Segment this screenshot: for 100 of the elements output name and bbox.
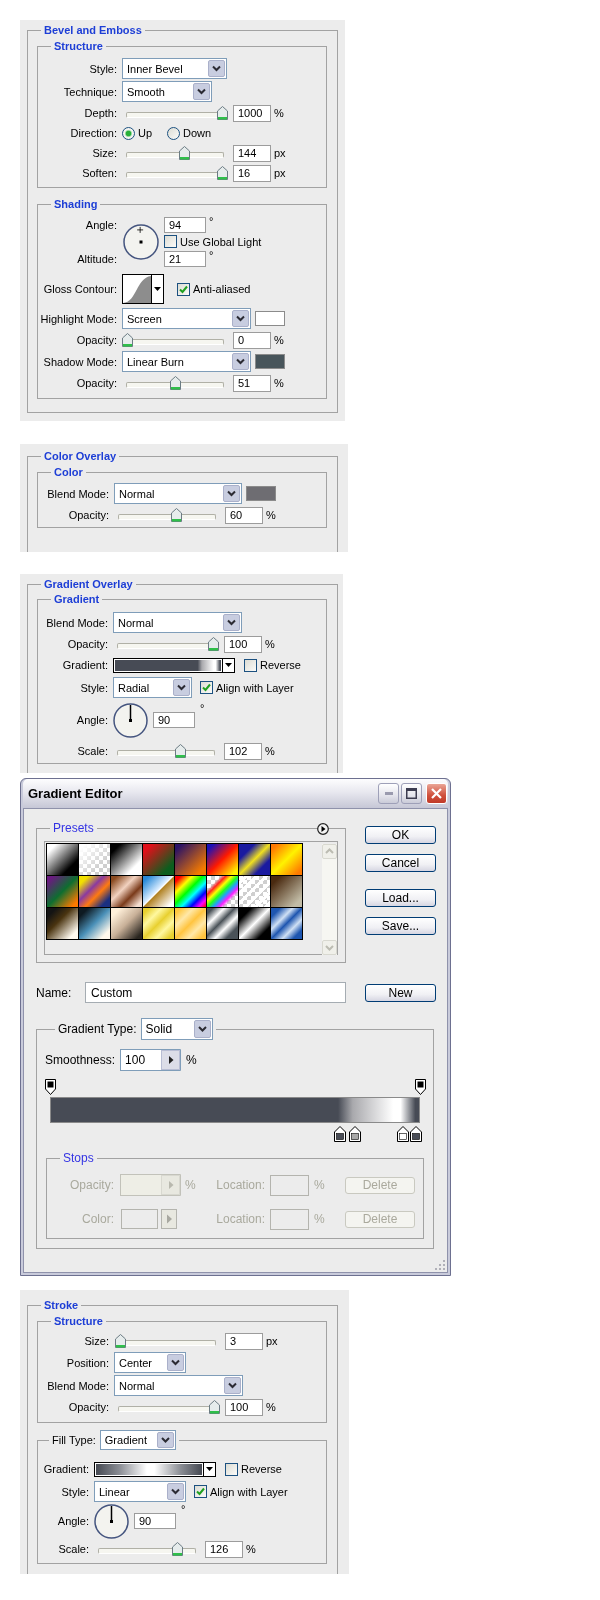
checkbox[interactable] [164, 235, 177, 248]
color-stop-icon[interactable] [334, 1126, 347, 1142]
gradient-preset-tile[interactable] [47, 908, 78, 939]
gradient-preset-tile[interactable] [111, 908, 142, 939]
radio-button[interactable] [167, 126, 181, 140]
checkbox[interactable] [194, 1485, 207, 1498]
gradient-preset-tile[interactable] [207, 876, 238, 907]
checkbox-label[interactable]: Reverse [241, 1463, 282, 1475]
checkbox[interactable] [225, 1462, 238, 1476]
cancel-button[interactable]: Cancel [365, 854, 436, 872]
color-stop-icon[interactable] [397, 1126, 410, 1142]
dropdown[interactable]: Normal [113, 612, 242, 633]
arrow-circle-icon[interactable] [317, 823, 329, 835]
number-field[interactable]: 94 [164, 216, 206, 233]
gradient-preset-tile[interactable] [143, 908, 174, 939]
slider-thumb[interactable] [209, 1400, 220, 1414]
checkbox-label[interactable]: Reverse [260, 659, 301, 671]
dropdown[interactable]: Normal [114, 483, 242, 504]
number-field[interactable]: 60 [225, 506, 263, 524]
dropdown[interactable]: Linear [94, 1481, 186, 1502]
gradient-preset-tile[interactable] [111, 876, 142, 907]
dropdown[interactable]: Gradient [99, 1430, 176, 1450]
resize-grip-icon[interactable] [434, 1259, 446, 1271]
load-button[interactable]: Load... [365, 889, 436, 907]
gradient-preset-tile[interactable] [175, 876, 206, 907]
color-swatch-icon[interactable] [246, 486, 276, 501]
gradient-preset-tile[interactable] [79, 876, 110, 907]
dropdown[interactable]: Radial [113, 677, 192, 698]
dropdown[interactable]: Center [114, 1352, 186, 1373]
checkbox[interactable] [177, 282, 190, 296]
new-button[interactable]: New [365, 983, 436, 1002]
number-field[interactable]: 0 [233, 331, 271, 349]
dropdown[interactable]: Normal [114, 1375, 243, 1396]
slider-thumb[interactable] [122, 333, 133, 347]
checkbox-label[interactable]: Align with Layer [216, 681, 294, 694]
checkbox-label[interactable]: Use Global Light [180, 235, 262, 248]
number-field[interactable]: 51 [233, 374, 271, 392]
angle-dial[interactable] [123, 223, 159, 260]
checkbox[interactable] [244, 658, 257, 672]
number-field[interactable]: 90 [153, 712, 195, 728]
checkbox[interactable] [200, 681, 213, 694]
gradient-preset-tile[interactable] [47, 844, 78, 875]
checkbox-label[interactable]: Anti-aliased [193, 283, 251, 295]
color-swatch-icon[interactable] [255, 354, 285, 369]
angle-dial[interactable] [113, 702, 148, 738]
color-stop-icon[interactable] [348, 1126, 361, 1142]
number-field[interactable]: 100 [224, 635, 262, 653]
dropdown[interactable]: Screen [122, 308, 251, 329]
dropdown[interactable]: Linear Burn [122, 351, 251, 372]
radio-button[interactable] [122, 126, 135, 140]
gradient-preset-tile[interactable] [207, 844, 238, 875]
angle-dial[interactable] [94, 1503, 129, 1539]
number-field[interactable]: 144 [233, 144, 271, 162]
radio-label[interactable]: Up [138, 127, 153, 139]
number-field[interactable]: 3 [225, 1332, 263, 1350]
number-field[interactable]: 102 [224, 742, 262, 760]
dropdown[interactable]: Inner Bevel [122, 58, 227, 79]
save-button[interactable]: Save... [365, 917, 436, 935]
slider-thumb[interactable] [217, 166, 228, 180]
maximize-button[interactable] [401, 783, 422, 804]
gradient-picker[interactable] [113, 657, 235, 673]
gradient-preset-tile[interactable] [271, 876, 302, 907]
name-field[interactable]: Custom [85, 982, 346, 1003]
gradient-preset-tile[interactable] [239, 908, 270, 939]
ok-button[interactable]: OK [365, 826, 436, 844]
number-field[interactable]: 90 [134, 1513, 176, 1529]
number-field[interactable]: 100 [225, 1398, 263, 1416]
gradient-preset-tile[interactable] [175, 844, 206, 875]
gradient-preset-tile[interactable] [47, 876, 78, 907]
opacity-stop-icon[interactable] [44, 1079, 56, 1095]
slider-thumb[interactable] [171, 508, 182, 522]
color-swatch-icon[interactable] [255, 311, 285, 326]
radio-label[interactable]: Down [183, 127, 212, 139]
close-button[interactable] [426, 783, 447, 804]
slider-thumb[interactable] [171, 1542, 183, 1556]
gradient-preset-tile[interactable] [239, 844, 270, 875]
gradient-preset-tile[interactable] [143, 876, 174, 907]
number-field[interactable]: 16 [233, 164, 271, 182]
gradient-preset-tile[interactable] [271, 908, 302, 939]
slider-thumb[interactable] [114, 1334, 126, 1348]
gradient-preset-tile[interactable] [239, 876, 270, 907]
number-field[interactable]: 1000 [233, 104, 271, 122]
slider-thumb[interactable] [208, 637, 219, 651]
gradient-preset-tile[interactable] [79, 844, 110, 875]
slider-thumb[interactable] [174, 744, 186, 758]
opacity-stop-icon[interactable] [414, 1079, 426, 1095]
checkbox-label[interactable]: Align with Layer [210, 1485, 288, 1498]
gradient-preset-tile[interactable] [143, 844, 174, 875]
gradient-preset-tile[interactable] [207, 908, 238, 939]
color-stop-icon[interactable] [409, 1126, 422, 1142]
dropdown[interactable]: Solid [140, 1018, 213, 1040]
gradient-preset-tile[interactable] [175, 908, 206, 939]
gradient-preset-tile[interactable] [111, 844, 142, 875]
slider-thumb[interactable] [179, 146, 190, 160]
dropdown[interactable]: Smooth [122, 81, 212, 102]
gradient-preset-tile[interactable] [79, 908, 110, 939]
number-field[interactable]: 21 [164, 250, 206, 267]
gradient-picker[interactable] [94, 1461, 216, 1477]
slider-thumb[interactable] [217, 106, 228, 120]
gradient-preset-tile[interactable] [271, 844, 302, 875]
